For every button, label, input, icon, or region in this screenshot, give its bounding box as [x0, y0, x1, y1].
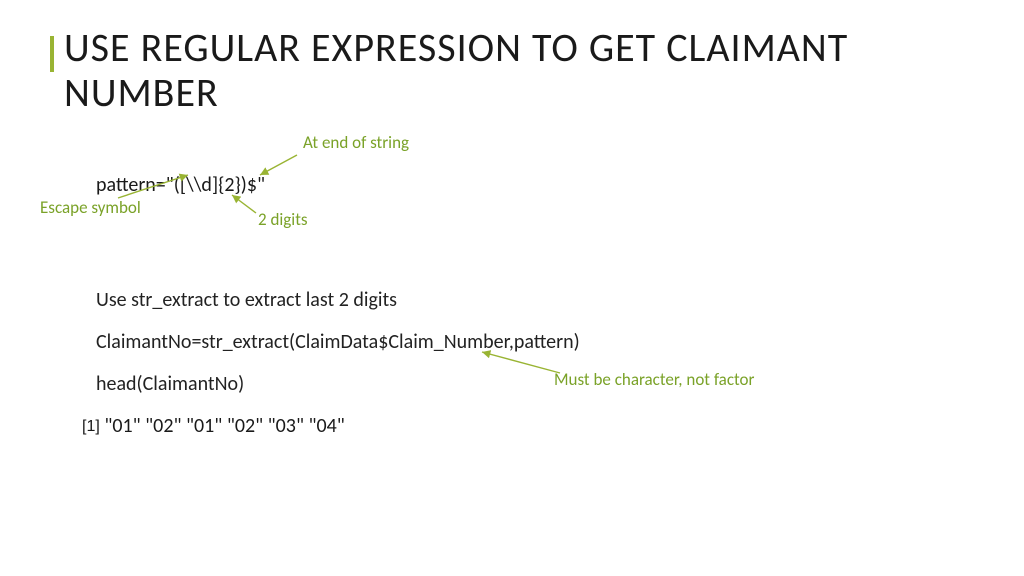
body-line-1: Use str_extract to extract last 2 digits — [96, 288, 397, 312]
body-line-2: ClaimantNo=str_extract(ClaimData$Claim_N… — [96, 330, 580, 354]
arrow-must-be-character — [482, 352, 560, 373]
output-line: [1] "01" "02" "01" "02" "03" "04" — [82, 414, 345, 438]
output-values: "01" "02" "01" "02" "03" "04" — [104, 414, 344, 438]
output-bracket: [1] — [82, 418, 100, 435]
slide: USE REGULAR EXPRESSION TO GET CLAIMANT N… — [0, 0, 1024, 576]
pattern-code: pattern="([\\d]{2})$" — [96, 173, 265, 197]
accent-bar — [50, 36, 54, 72]
body-line-3: head(ClaimantNo) — [96, 372, 244, 396]
slide-title: USE REGULAR EXPRESSION TO GET CLAIMANT N… — [64, 26, 924, 116]
annotation-escape-symbol: Escape symbol — [40, 198, 141, 218]
annotation-must-be-character: Must be character, not factor — [554, 370, 754, 390]
arrow-two-digits — [232, 195, 256, 213]
arrow-end-of-string — [260, 155, 297, 175]
annotation-two-digits: 2 digits — [258, 210, 308, 230]
annotation-end-of-string: At end of string — [303, 133, 423, 153]
